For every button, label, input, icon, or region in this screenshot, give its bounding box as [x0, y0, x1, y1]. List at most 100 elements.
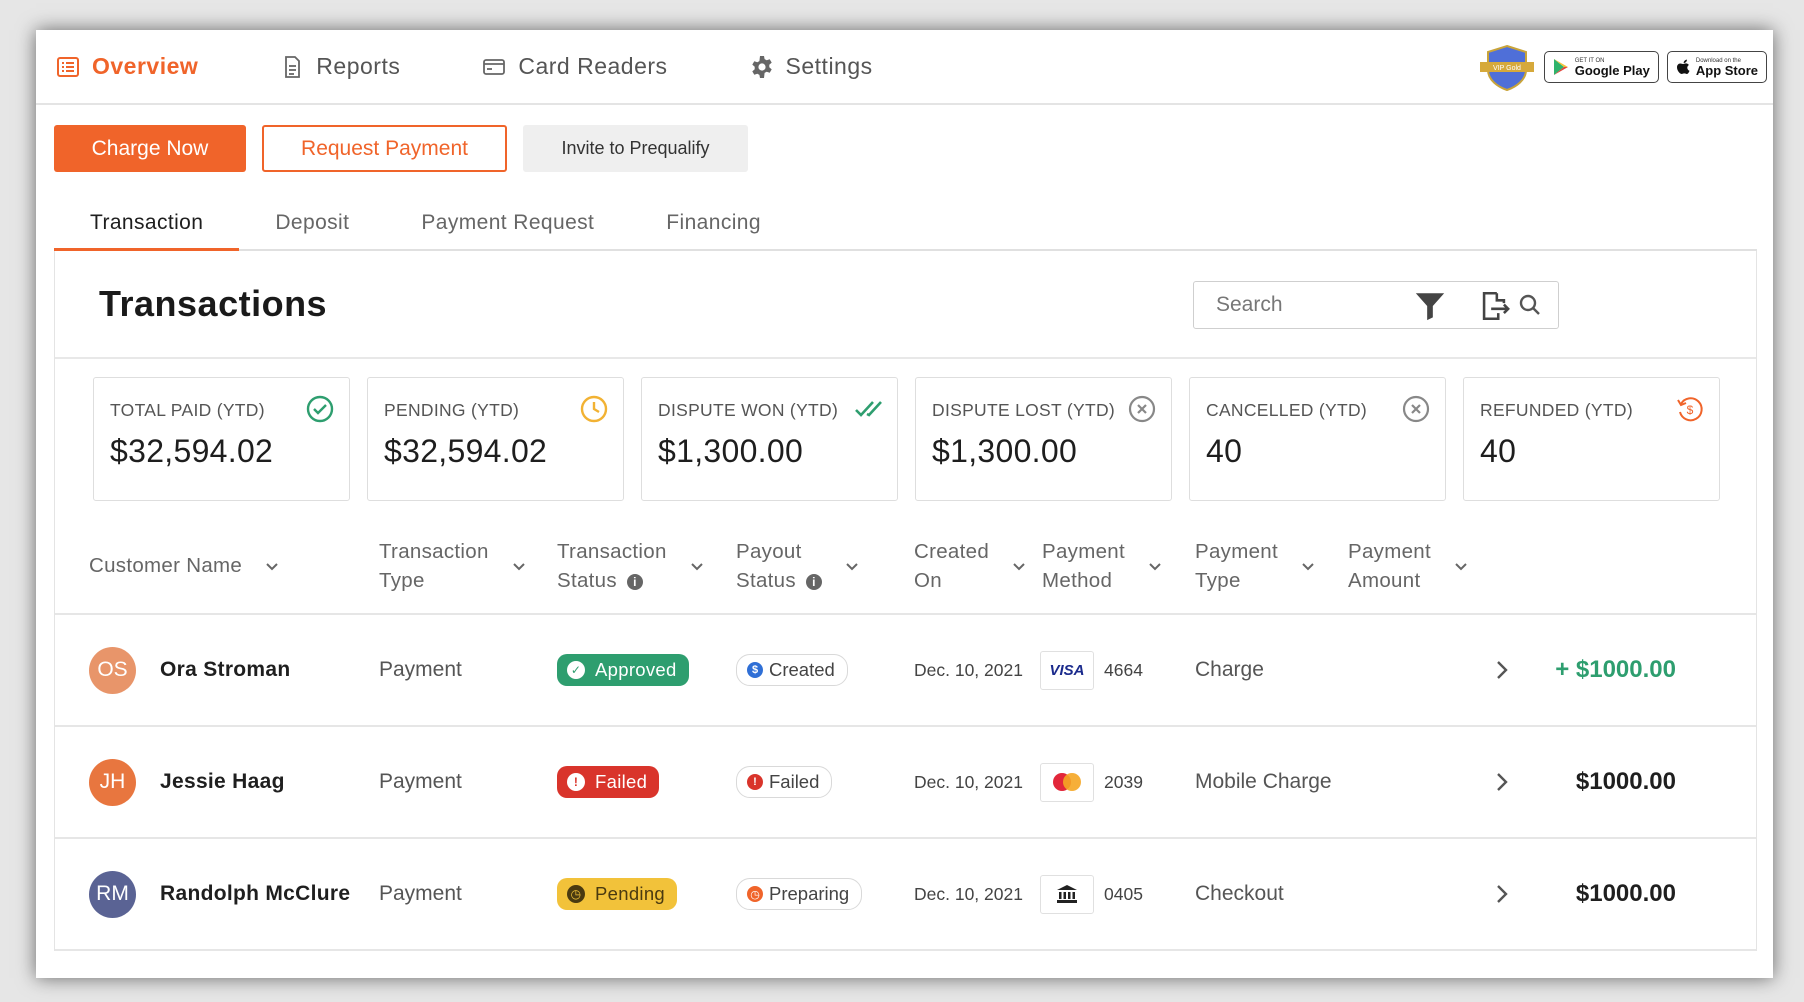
- transaction-type: Payment: [379, 882, 462, 905]
- request-payment-button[interactable]: Request Payment: [262, 125, 507, 172]
- stat-value: $32,594.02: [384, 433, 548, 469]
- list-icon: [57, 56, 79, 77]
- svg-text:VIP Gold: VIP Gold: [1493, 65, 1521, 72]
- stat-dispute-lost: DISPUTE LOST (YTD) $1,300.00: [915, 377, 1172, 501]
- nav-label: Reports: [316, 53, 401, 79]
- nav-item-reports[interactable]: Reports: [280, 53, 400, 80]
- column-label-2: Type: [379, 569, 425, 592]
- column-transaction-status[interactable]: Transaction Status i: [557, 537, 705, 595]
- nav-label: Card Readers: [518, 53, 668, 79]
- search-input[interactable]: [1216, 293, 1518, 317]
- avatar: OS: [89, 646, 136, 694]
- column-label: Transaction: [557, 540, 667, 563]
- table-row[interactable]: JH Jessie Haag Payment ! Failed ! Failed…: [55, 727, 1756, 839]
- charge-now-button[interactable]: Charge Now: [54, 125, 246, 172]
- chevron-down-icon: [512, 563, 525, 571]
- tab-transaction[interactable]: Transaction: [54, 197, 240, 251]
- column-payment-amount[interactable]: Payment Amount: [1348, 537, 1469, 595]
- stat-value: 40: [1480, 433, 1517, 469]
- stat-refunded: REFUNDED (YTD) 40 $: [1463, 377, 1720, 501]
- chevron-right-icon[interactable]: [1491, 771, 1513, 793]
- invite-to-prequalify-button[interactable]: Invite to Prequalify: [523, 125, 748, 172]
- nav-item-settings[interactable]: Settings: [750, 53, 873, 80]
- tab-financing[interactable]: Financing: [630, 197, 797, 251]
- transaction-type: Payment: [379, 770, 462, 793]
- stat-value: $32,594.02: [110, 433, 274, 469]
- dollar-icon: $: [747, 662, 763, 678]
- column-label-2: Method: [1042, 569, 1113, 592]
- visa-icon: VISA: [1040, 650, 1094, 690]
- column-payment-type[interactable]: Payment Type: [1195, 537, 1316, 595]
- payment-amount: $1000.00: [1575, 880, 1676, 907]
- column-customer-name[interactable]: Customer Name: [89, 551, 280, 580]
- info-icon[interactable]: i: [626, 574, 643, 590]
- check-circle-icon: [306, 395, 334, 423]
- clock-icon: ◷: [747, 886, 763, 902]
- payout-badge: ! Failed: [736, 766, 833, 798]
- payout-badge: $ Created: [736, 654, 848, 686]
- page-title: Transactions: [99, 283, 328, 324]
- filter-icon[interactable]: [1413, 289, 1447, 323]
- chevron-down-icon: [1302, 563, 1314, 571]
- stat-value: $1,300.00: [658, 433, 804, 469]
- payment-amount: + $1000.00: [1555, 656, 1676, 683]
- column-label: Payment: [1195, 540, 1278, 563]
- nav-item-overview[interactable]: Overview: [56, 53, 198, 80]
- card-header: Transactions: [55, 251, 1756, 359]
- google-play-badge[interactable]: GET IT ON Google Play: [1543, 51, 1659, 83]
- status-badge: ✓ Approved: [557, 654, 689, 686]
- column-transaction-type[interactable]: Transaction Type: [379, 537, 527, 595]
- status-badge: ◷ Pending: [557, 878, 677, 910]
- column-payment-method[interactable]: Payment Method: [1042, 537, 1163, 595]
- x-circle-icon: [1402, 395, 1430, 423]
- payment-type: Mobile Charge: [1195, 770, 1332, 793]
- search-icon[interactable]: [1518, 293, 1542, 317]
- nav-label: Overview: [92, 53, 199, 79]
- payout-label: Failed: [769, 771, 820, 792]
- card-last4: 2039: [1104, 771, 1143, 792]
- stat-dispute-won: DISPUTE WON (YTD) $1,300.00: [641, 377, 898, 501]
- nav-label: Settings: [785, 53, 873, 79]
- stat-value: $1,300.00: [932, 433, 1078, 469]
- tab-payment-request[interactable]: Payment Request: [385, 197, 630, 251]
- mastercard-icon: [1040, 762, 1094, 802]
- visa-label: VISA: [1049, 661, 1085, 679]
- chevron-down-icon: [690, 563, 703, 571]
- bank-icon: [1040, 874, 1094, 914]
- column-label-2: Status: [557, 569, 617, 592]
- stat-value: 40: [1206, 433, 1243, 469]
- column-label-2: Status: [736, 569, 796, 592]
- alert-icon: !: [567, 773, 585, 791]
- avatar: JH: [89, 758, 136, 806]
- export-icon[interactable]: [1477, 289, 1511, 323]
- payment-type: Charge: [1195, 658, 1264, 681]
- top-nav: Overview Reports Card Readers Settings V…: [36, 30, 1773, 105]
- clock-icon: [580, 395, 608, 423]
- table-header: Customer Name Transaction Type Transactio…: [55, 503, 1756, 615]
- column-label: Customer Name: [89, 554, 243, 577]
- chevron-right-icon[interactable]: [1491, 883, 1513, 905]
- app-store-badge[interactable]: Download on the App Store: [1666, 51, 1767, 83]
- clock-icon: ◷: [567, 885, 585, 903]
- card-reader-icon: [483, 58, 506, 75]
- tab-deposit[interactable]: Deposit: [239, 197, 385, 251]
- column-label-2: Type: [1195, 569, 1241, 592]
- column-payout-status[interactable]: Payout Status i: [736, 537, 860, 595]
- payment-amount: $1000.00: [1575, 768, 1676, 795]
- column-created-on[interactable]: Created On: [914, 537, 1027, 595]
- transaction-type: Payment: [379, 658, 462, 681]
- column-label: Payment: [1042, 540, 1125, 563]
- column-label: Created: [914, 540, 990, 563]
- column-label: Payout: [736, 540, 802, 563]
- table-row[interactable]: OS Ora Stroman Payment ✓ Approved $ Crea…: [55, 615, 1756, 727]
- stat-pending: PENDING (YTD) $32,594.02: [367, 377, 624, 501]
- column-label-2: Amount: [1348, 569, 1421, 592]
- table-row[interactable]: RM Randolph McClure Payment ◷ Pending ◷ …: [55, 839, 1756, 951]
- apple-icon: [1676, 59, 1690, 74]
- status-label: Approved: [595, 659, 677, 680]
- created-date: Dec. 10, 2021: [914, 659, 1023, 680]
- chevron-right-icon[interactable]: [1491, 659, 1513, 681]
- nav-item-card-readers[interactable]: Card Readers: [482, 53, 667, 80]
- tab-bar: Transaction Deposit Payment Request Fina…: [54, 197, 1757, 251]
- info-icon[interactable]: i: [805, 574, 822, 590]
